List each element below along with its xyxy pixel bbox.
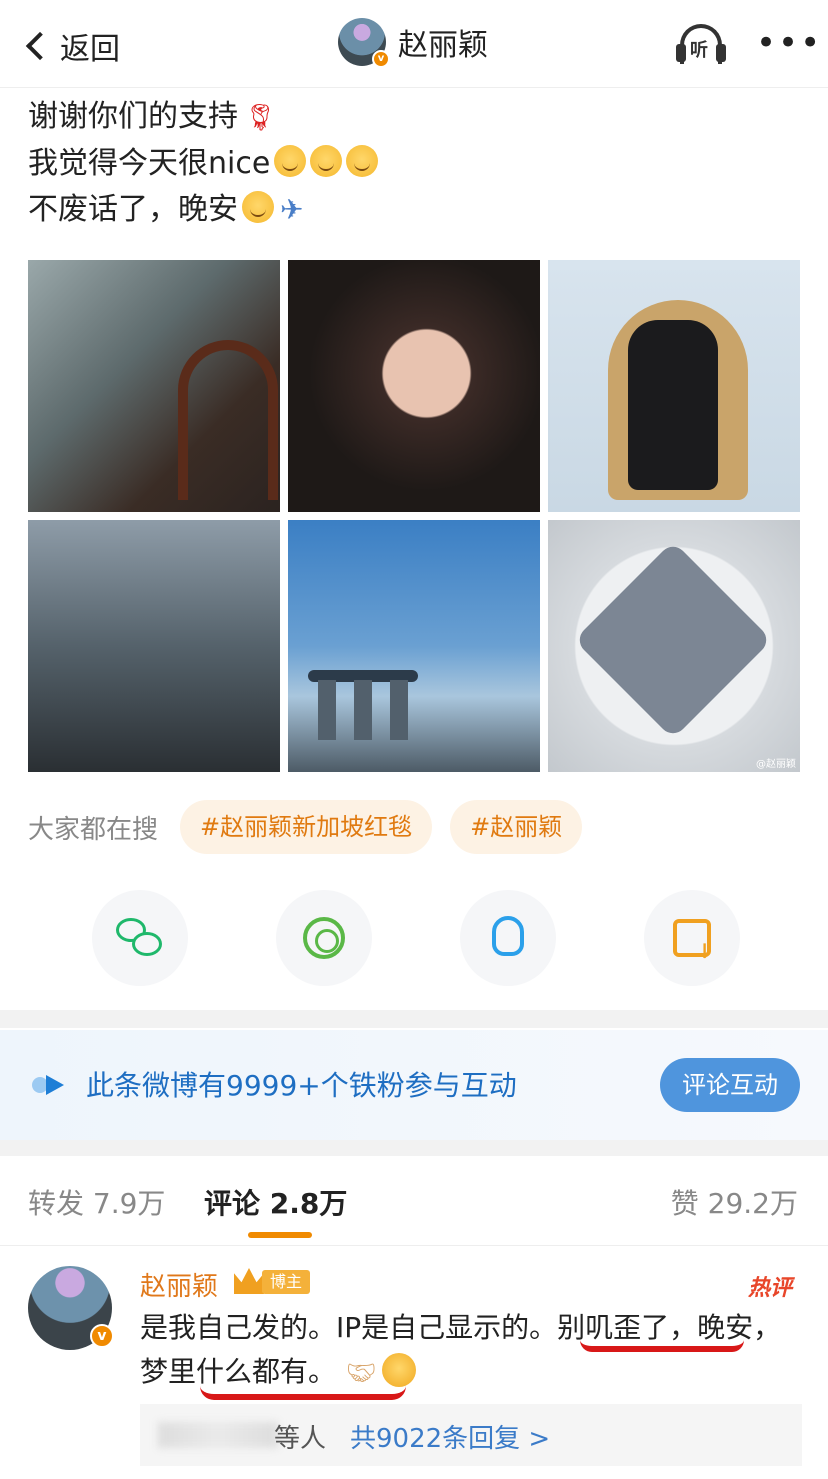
share-moments-button[interactable] [276,890,372,986]
post-image-3[interactable] [548,260,800,512]
host-badge: 博主 [262,1270,311,1294]
top-bar: 返回 v 赵丽颖 听 ••• [0,0,828,88]
active-tab-indicator [248,1232,312,1238]
divider [0,1140,828,1156]
smile-emoji-icon [310,145,343,177]
post-image-2[interactable] [288,260,540,512]
moments-icon [303,917,345,959]
blurred-names [158,1422,278,1448]
post-line: 我觉得今天很nice [28,141,379,187]
listen-label: 听 [690,40,708,61]
post-image-6[interactable]: @赵丽颖 [548,520,800,772]
search-tag[interactable]: #赵丽颖 [450,800,583,854]
post-image-1[interactable] [28,260,280,512]
post-image-4[interactable] [28,520,280,772]
crown-icon [234,1268,264,1294]
wechat-icon [116,914,164,962]
page-title: 赵丽颖 [398,28,488,63]
header-profile[interactable]: v 赵丽颖 [338,18,488,68]
search-tag[interactable]: #赵丽颖新加坡红毯 [180,800,433,854]
post-line: 不废话了，晚安 ✈ [28,187,378,233]
red-underline-mark [580,1340,744,1352]
sleep-emoji-icon [242,191,274,223]
verified-badge-icon: v [90,1324,114,1348]
rose-emoji-icon: 🌹︎ [244,103,278,133]
airplane-emoji-icon: ✈ [280,193,304,226]
post-tabs: 转发 7.9万 评论 2.8万 赞 29.2万 [0,1160,828,1246]
smile-emoji-icon [274,145,307,177]
share-wechat-button[interactable] [92,890,188,986]
listen-button[interactable]: 听 [676,20,726,68]
replies-preview[interactable]: 等人 共9022条回复 > [140,1404,802,1466]
fans-interaction-banner: 此条微博有9999+个铁粉参与互动 评论互动 [0,1030,828,1140]
share-qq-button[interactable] [460,890,556,986]
save-image-icon [673,919,713,963]
search-label: 大家都在搜 [28,814,159,845]
comment-interact-button[interactable]: 评论互动 [660,1058,800,1112]
more-options-button[interactable]: ••• [756,26,822,60]
red-underline-mark [200,1386,406,1400]
divider [0,1010,828,1028]
tab-comment[interactable]: 评论 2.8万 [204,1182,347,1222]
comment-item: v 赵丽颖 博主 热评 是我自己发的。IP是自己显示的。别叽歪了，晚安，梦里什么… [0,1248,828,1479]
post-image-5[interactable] [288,520,540,772]
trending-search: 大家都在搜 #赵丽颖新加坡红毯 #赵丽颖 [28,800,600,854]
play-icon [32,1075,68,1095]
chevron-left-icon [25,31,55,61]
verified-badge-icon: v [372,50,390,68]
qq-icon [492,916,524,956]
tab-like[interactable]: 赞 29.2万 [671,1182,798,1222]
replies-who: 等人 [274,1424,327,1454]
smile-emoji-icon [346,145,379,177]
hot-comment-badge: 热评 [747,1276,792,1301]
back-button[interactable]: 返回 [22,24,120,68]
commenter-name[interactable]: 赵丽颖 [140,1266,218,1303]
image-watermark: @赵丽颖 [756,759,796,770]
surprised-emoji-icon [382,1353,417,1387]
avatar[interactable]: v [28,1266,114,1350]
fans-banner-text: 此条微博有9999+个铁粉参与互动 [86,1069,517,1102]
view-replies-link[interactable]: 共9022条回复 > [350,1418,550,1455]
post-text: 谢谢你们的支持 🌹︎ 我觉得今天很nice 不废话了，晚安 ✈ [28,94,379,233]
post-line: 谢谢你们的支持 🌹︎ [28,94,378,141]
tab-repost[interactable]: 转发 7.9万 [28,1182,165,1222]
back-label: 返回 [60,32,120,67]
avatar[interactable]: v [338,18,390,68]
save-image-button[interactable] [644,890,740,986]
